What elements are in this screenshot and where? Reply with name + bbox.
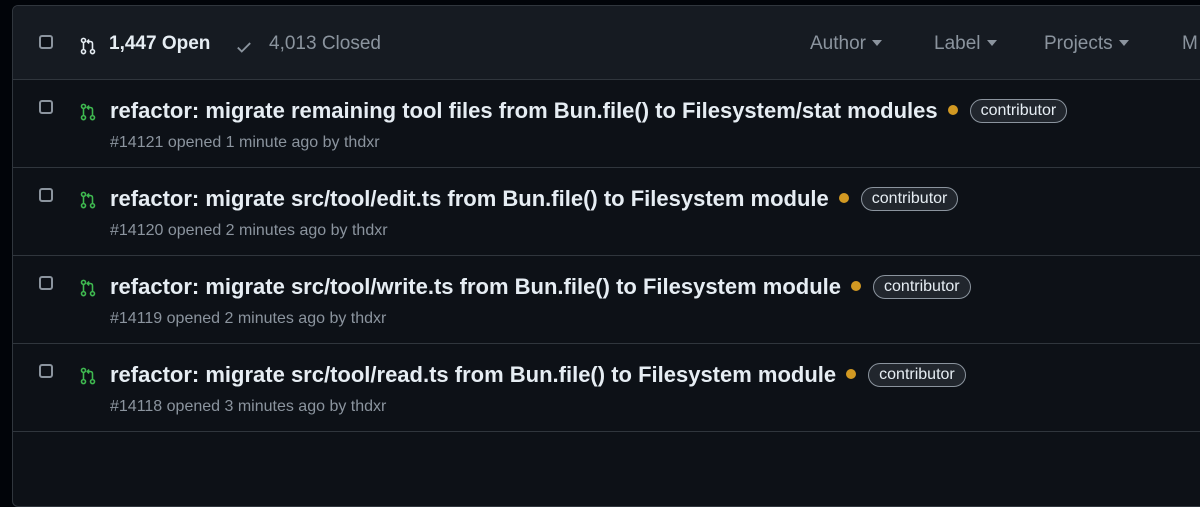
row-checkbox[interactable] [39,364,53,378]
row-checkbox[interactable] [39,276,53,290]
select-all-checkbox[interactable] [39,35,53,49]
pull-request-title-link[interactable]: refactor: migrate src/tool/write.ts from… [110,274,971,300]
chevron-down-icon [1118,40,1129,46]
list-item: refactor: migrate remaining tool files f… [13,80,1200,168]
author-link[interactable]: thdxr [344,134,380,151]
pull-request-meta: #14120 opened 2 minutes ago by thdxr [110,222,388,240]
pull-request-title: refactor: migrate src/tool/edit.ts from … [110,186,829,211]
status-dot-icon [838,193,849,203]
status-dot-icon [947,105,958,115]
pull-request-list: 1,447 Open 4,013 Closed Author Label Pro… [12,5,1200,507]
list-item: refactor: migrate src/tool/read.ts from … [13,344,1200,432]
author-link[interactable]: thdxr [351,310,387,327]
open-filter-link[interactable]: 1,447 Open [109,33,210,55]
label-filter[interactable]: Label [934,33,997,55]
list-header: 1,447 Open 4,013 Closed Author Label Pro… [13,6,1200,80]
pull-request-number: #14118 [110,398,163,415]
list-item: refactor: migrate src/tool/write.ts from… [13,256,1200,344]
pull-request-meta: #14121 opened 1 minute ago by thdxr [110,134,380,152]
label-badge[interactable]: contributor [860,187,959,211]
milestones-filter-label: M [1182,33,1198,54]
author-filter-label: Author [810,33,866,54]
chevron-down-icon [986,40,997,46]
check-icon [237,42,251,53]
pull-request-title-link[interactable]: refactor: migrate src/tool/edit.ts from … [110,186,959,212]
label-badge[interactable]: contributor [873,275,971,299]
opened-text: opened 2 minutes ago by [166,310,347,327]
closed-filter-link[interactable]: 4,013 Closed [269,33,381,55]
pull-request-title: refactor: migrate src/tool/read.ts from … [110,362,837,387]
pull-request-meta: #14119 opened 2 minutes ago by thdxr [110,310,386,328]
projects-filter[interactable]: Projects [1044,33,1129,55]
row-checkbox[interactable] [39,100,53,114]
pull-request-meta: #14118 opened 3 minutes ago by thdxr [110,398,386,416]
author-filter[interactable]: Author [810,33,882,55]
pull-request-title-link[interactable]: refactor: migrate src/tool/read.ts from … [110,362,966,388]
open-pull-request-icon [80,367,96,385]
pull-request-number: #14121 [110,134,164,151]
pull-request-title-link[interactable]: refactor: migrate remaining tool files f… [110,98,1068,124]
open-pull-request-icon [80,279,96,297]
projects-filter-label: Projects [1044,33,1113,54]
chevron-down-icon [871,40,882,46]
author-link[interactable]: thdxr [351,398,387,415]
pull-request-number: #14120 [110,222,164,239]
pull-request-title: refactor: migrate src/tool/write.ts from… [110,274,842,299]
opened-text: opened 2 minutes ago by [167,222,348,239]
milestones-filter[interactable]: M [1182,33,1198,55]
pull-request-number: #14119 [110,310,163,327]
list-item: refactor: migrate src/tool/edit.ts from … [13,168,1200,256]
label-badge[interactable]: contributor [969,99,1068,123]
status-dot-icon [846,369,857,379]
pull-request-icon [80,37,96,55]
open-pull-request-icon [80,191,96,209]
opened-text: opened 1 minute ago by [167,134,340,151]
pull-request-title: refactor: migrate remaining tool files f… [110,98,938,123]
status-dot-icon [851,281,862,291]
author-link[interactable]: thdxr [352,222,388,239]
row-checkbox[interactable] [39,188,53,202]
label-badge[interactable]: contributor [868,363,966,387]
open-pull-request-icon [80,103,96,121]
opened-text: opened 3 minutes ago by [166,398,347,415]
label-filter-label: Label [934,33,981,54]
